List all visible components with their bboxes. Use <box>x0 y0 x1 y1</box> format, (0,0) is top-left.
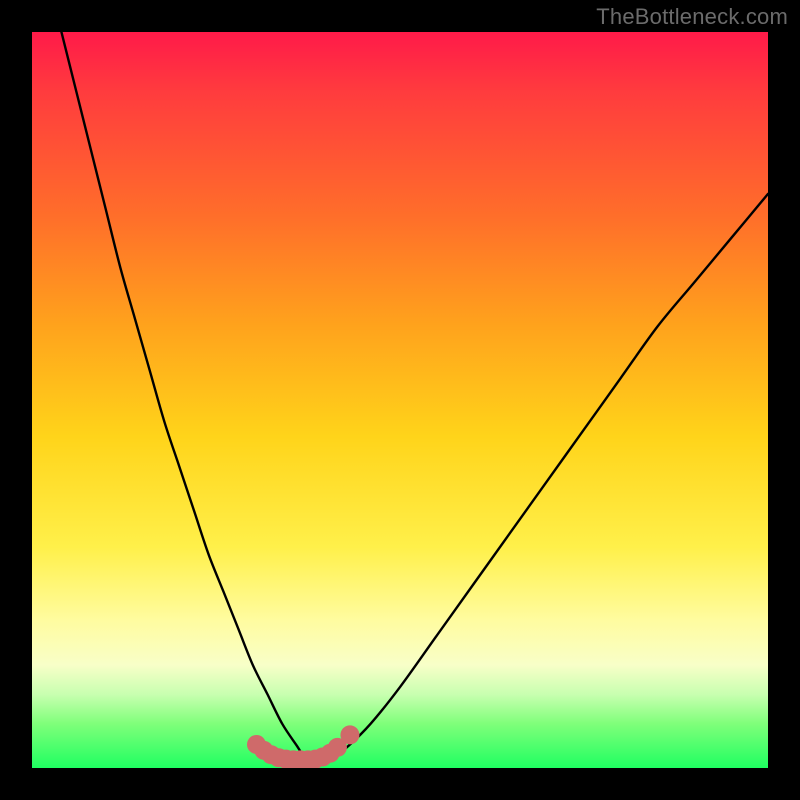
chart-svg <box>32 32 768 768</box>
marker-dot <box>340 725 359 744</box>
watermark-text: TheBottleneck.com <box>596 4 788 30</box>
marker-group <box>247 725 359 768</box>
bottleneck-curve <box>61 32 768 761</box>
plot-area <box>32 32 768 768</box>
chart-frame: TheBottleneck.com <box>0 0 800 800</box>
